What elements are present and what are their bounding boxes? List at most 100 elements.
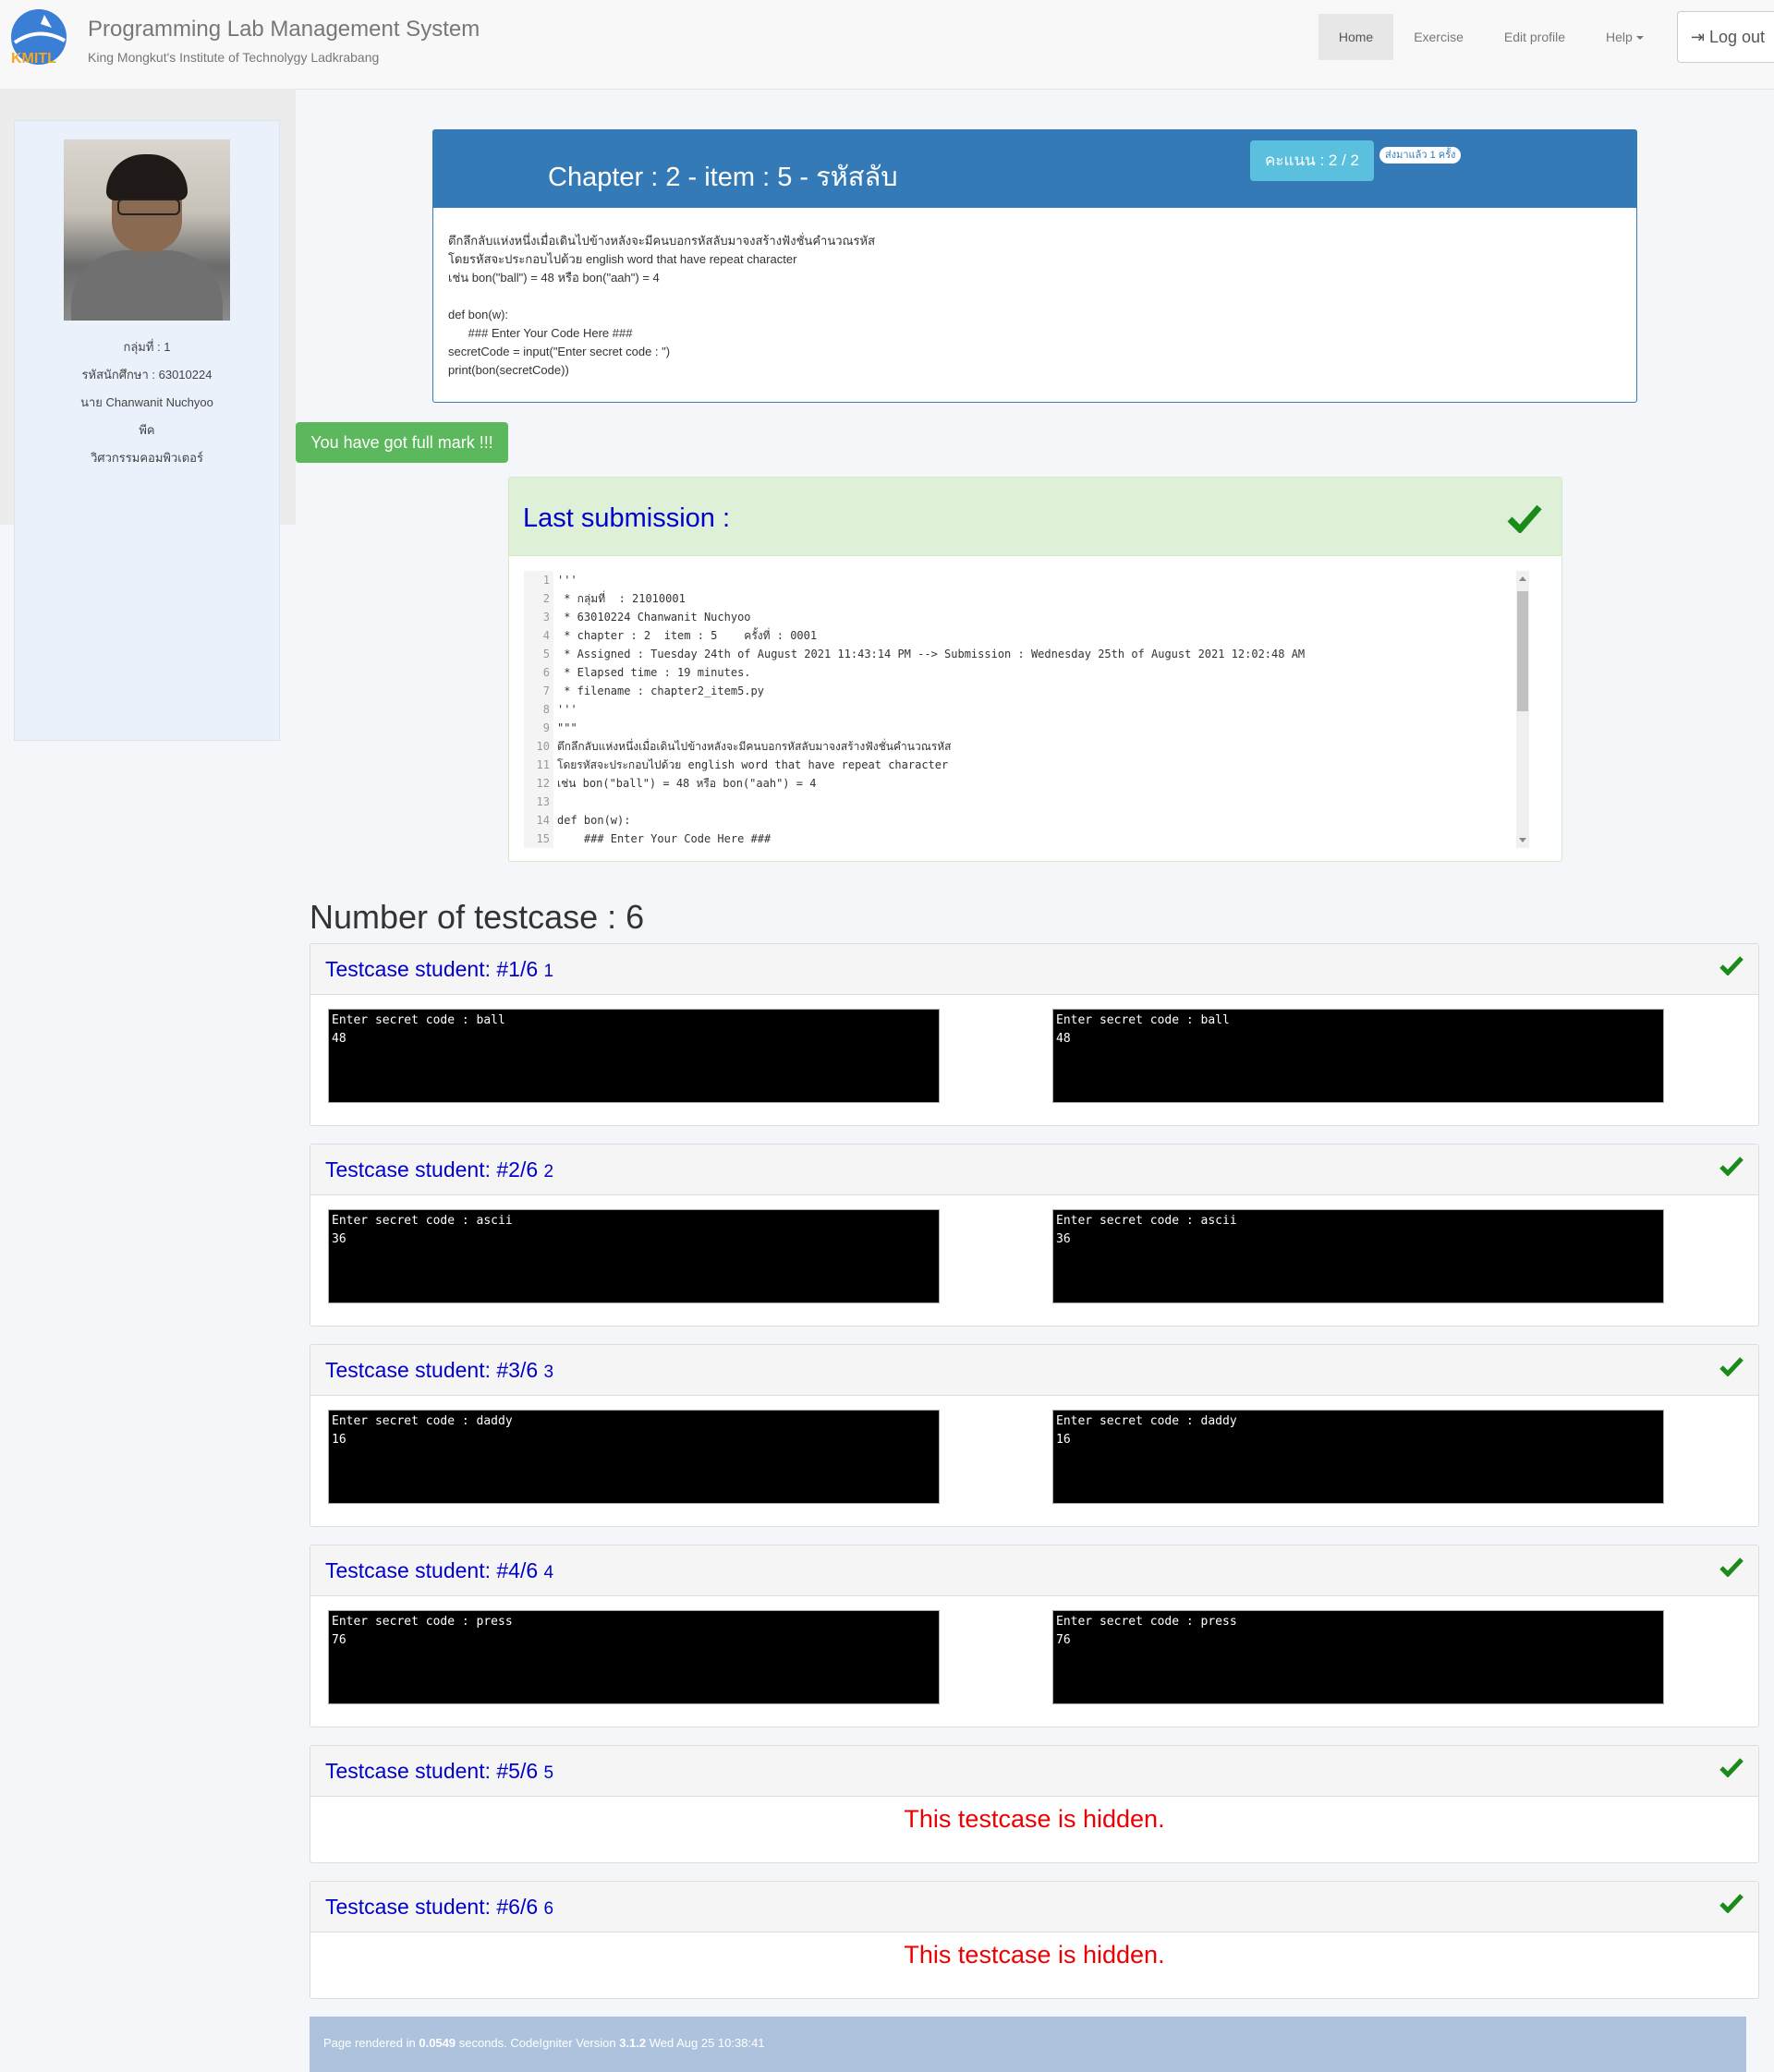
testcase-header[interactable]: Testcase student: #1/6 1	[310, 944, 1758, 995]
code-text: '''	[557, 703, 577, 716]
code-editor[interactable]: 1 ''' 2 * กลุ่มที่ : 21010001 3 * 63010224 …	[524, 571, 1531, 848]
testcase-panel: Testcase student: #5/6 5 This testcase is…	[310, 1745, 1759, 1863]
check-icon	[1507, 503, 1542, 533]
footer-text: Page rendered in 0.0549 seconds. CodeIgn…	[323, 2036, 765, 2050]
department-label: วิศวกรรมคอมพิวเตอร์	[91, 451, 203, 465]
line-number: 11	[524, 756, 553, 774]
code-scrollbar[interactable]	[1516, 571, 1529, 848]
scroll-thumb[interactable]	[1517, 591, 1528, 711]
testcase-title[interactable]: Testcase student: #2/6 2	[325, 1157, 553, 1182]
testcase-panel: Testcase student: #1/6 1 Enter secret cod…	[310, 943, 1759, 1126]
testcase-title[interactable]: Testcase student: #5/6 5	[325, 1759, 553, 1784]
code-line: 2 * กลุ่มที่ : 21010001	[524, 589, 1305, 608]
last-submission-panel: Last submission : 1 ''' 2 * กลุ่มที่ : 210…	[508, 477, 1562, 862]
code-text: ### Enter Your Code Here ###	[557, 832, 772, 845]
code-line: 12 เช่น bon("ball") = 48 หรือ bon("aah") …	[524, 774, 1305, 793]
testcase-header[interactable]: Testcase student: #5/6 5	[310, 1746, 1758, 1797]
code-text: def bon(w):	[557, 814, 631, 827]
line-number: 12	[524, 774, 553, 793]
expected-output-box[interactable]: Enter secret code : daddy 16	[328, 1410, 940, 1504]
actual-output-box[interactable]: Enter secret code : ascii 36	[1052, 1209, 1664, 1303]
expected-output-box[interactable]: Enter secret code : ball 48	[328, 1009, 940, 1103]
testcase-title[interactable]: Testcase student: #6/6 6	[325, 1895, 553, 1920]
line-number: 2	[524, 589, 553, 608]
code-line: 15 ### Enter Your Code Here ###	[524, 830, 1305, 848]
actual-output-box[interactable]: Enter secret code : daddy 16	[1052, 1410, 1664, 1504]
testcase-title[interactable]: Testcase student: #3/6 3	[325, 1358, 553, 1383]
app-title: Programming Lab Management System	[88, 17, 480, 42]
line-number: 9	[524, 719, 553, 737]
testcase-number: 2	[543, 1162, 554, 1181]
kmitl-logo[interactable]: KMITL	[7, 7, 70, 70]
code-line: 4 * chapter : 2 item : 5 ครั้งที่ : 0001	[524, 626, 1305, 645]
testcase-title-text: Testcase student: #1/6	[325, 957, 539, 981]
expected-output-box[interactable]: Enter secret code : press 76	[328, 1610, 940, 1704]
testcase-title-text: Testcase student: #5/6	[325, 1759, 539, 1783]
code-line: 7 * filename : chapter2_item5.py	[524, 682, 1305, 700]
testcase-title-text: Testcase student: #6/6	[325, 1895, 539, 1919]
line-number: 8	[524, 700, 553, 719]
student-name-label: นาย Chanwanit Nuchyoo	[80, 395, 213, 409]
code-text: * Assigned : Tuesday 24th of August 2021…	[557, 648, 1306, 660]
code-lines: 1 ''' 2 * กลุ่มที่ : 21010001 3 * 63010224 …	[524, 571, 1305, 848]
testcase-number: 5	[543, 1763, 554, 1783]
code-text: """	[557, 721, 577, 734]
testcase-count: Number of testcase : 6	[310, 898, 645, 936]
navbar: KMITL Programming Lab Management System …	[0, 0, 1774, 90]
group-label: กลุ่มที่ : 1	[123, 340, 171, 354]
problem-statement: ตึกลึกลับแห่งหนึ่งเมื่อเดินไปข้างหลังจะม…	[448, 234, 876, 377]
code-text: '''	[557, 574, 577, 587]
code-line: 14 def bon(w):	[524, 811, 1305, 830]
testcase-title-text: Testcase student: #3/6	[325, 1358, 539, 1382]
scroll-down-icon[interactable]	[1519, 838, 1526, 842]
testcase-panel: Testcase student: #4/6 4 Enter secret cod…	[310, 1545, 1759, 1727]
testcase-header[interactable]: Testcase student: #3/6 3	[310, 1345, 1758, 1396]
app-subtitle: King Mongkut's Institute of Technolygy L…	[88, 50, 380, 65]
student-id-label: รหัสนักศึกษา : 63010224	[81, 368, 213, 382]
chapter-header: Chapter : 2 - item : 5 - รหัสลับ คะแนน :…	[433, 130, 1636, 208]
actual-output-box[interactable]: Enter secret code : ball 48	[1052, 1009, 1664, 1103]
testcase-panel: Testcase student: #2/6 2 Enter secret cod…	[310, 1144, 1759, 1327]
nav-help[interactable]: Help	[1586, 14, 1664, 60]
last-submission-title: Last submission :	[523, 503, 731, 533]
score-button[interactable]: คะแนน : 2 / 2	[1250, 140, 1374, 181]
logout-label: Log out	[1708, 28, 1765, 46]
testcase-title[interactable]: Testcase student: #4/6 4	[325, 1558, 553, 1583]
testcase-number: 6	[543, 1899, 554, 1919]
footer-prefix: Page rendered in	[323, 2036, 419, 2050]
testcase-header[interactable]: Testcase student: #2/6 2	[310, 1145, 1758, 1195]
line-number: 15	[524, 830, 553, 848]
last-submission-header: Last submission :	[509, 478, 1561, 556]
check-icon	[1719, 1156, 1744, 1181]
line-number: 3	[524, 608, 553, 626]
code-text: เช่น bon("ball") = 48 หรือ bon("aah") = …	[557, 777, 817, 790]
check-icon	[1719, 1557, 1744, 1581]
avatar	[64, 139, 230, 321]
footer: Page rendered in 0.0549 seconds. CodeIgn…	[310, 2017, 1746, 2072]
expected-output-box[interactable]: Enter secret code : ascii 36	[328, 1209, 940, 1303]
nav-exercise[interactable]: Exercise	[1393, 14, 1484, 60]
nav-edit-profile[interactable]: Edit profile	[1484, 14, 1586, 60]
logout-button[interactable]: ⇥ Log out	[1676, 11, 1774, 63]
testcase-title-text: Testcase student: #2/6	[325, 1157, 539, 1181]
code-line: 10 ตึกลึกลับแห่งหนึ่งเมื่อเดินไปข้างหลังจ…	[524, 737, 1305, 756]
testcase-number: 3	[543, 1363, 554, 1382]
nav-home[interactable]: Home	[1318, 14, 1394, 60]
code-text: โดยรหัสจะประกอบไปด้วย english word that …	[557, 758, 949, 771]
testcase-title[interactable]: Testcase student: #1/6 1	[325, 957, 553, 982]
footer-date: Wed Aug 25 10:38:41	[646, 2036, 765, 2050]
actual-output-box[interactable]: Enter secret code : press 76	[1052, 1610, 1664, 1704]
logout-icon: ⇥	[1690, 28, 1705, 46]
hidden-testcase-message: This testcase is hidden.	[904, 1805, 1165, 1833]
testcase-header[interactable]: Testcase student: #6/6 6	[310, 1882, 1758, 1933]
code-text: * Elapsed time : 19 minutes.	[557, 666, 751, 679]
caret-down-icon	[1635, 36, 1644, 41]
code-line: 9 """	[524, 719, 1305, 737]
full-mark-alert: You have got full mark !!!	[296, 422, 508, 463]
scroll-up-icon[interactable]	[1519, 576, 1526, 581]
check-icon	[1719, 1893, 1744, 1918]
line-number: 14	[524, 811, 553, 830]
code-text: * chapter : 2 item : 5 ครั้งที่ : 0001	[557, 629, 818, 642]
testcase-header[interactable]: Testcase student: #4/6 4	[310, 1545, 1758, 1596]
submission-count-badge: ส่งมาแล้ว 1 ครั้ง	[1379, 147, 1462, 164]
